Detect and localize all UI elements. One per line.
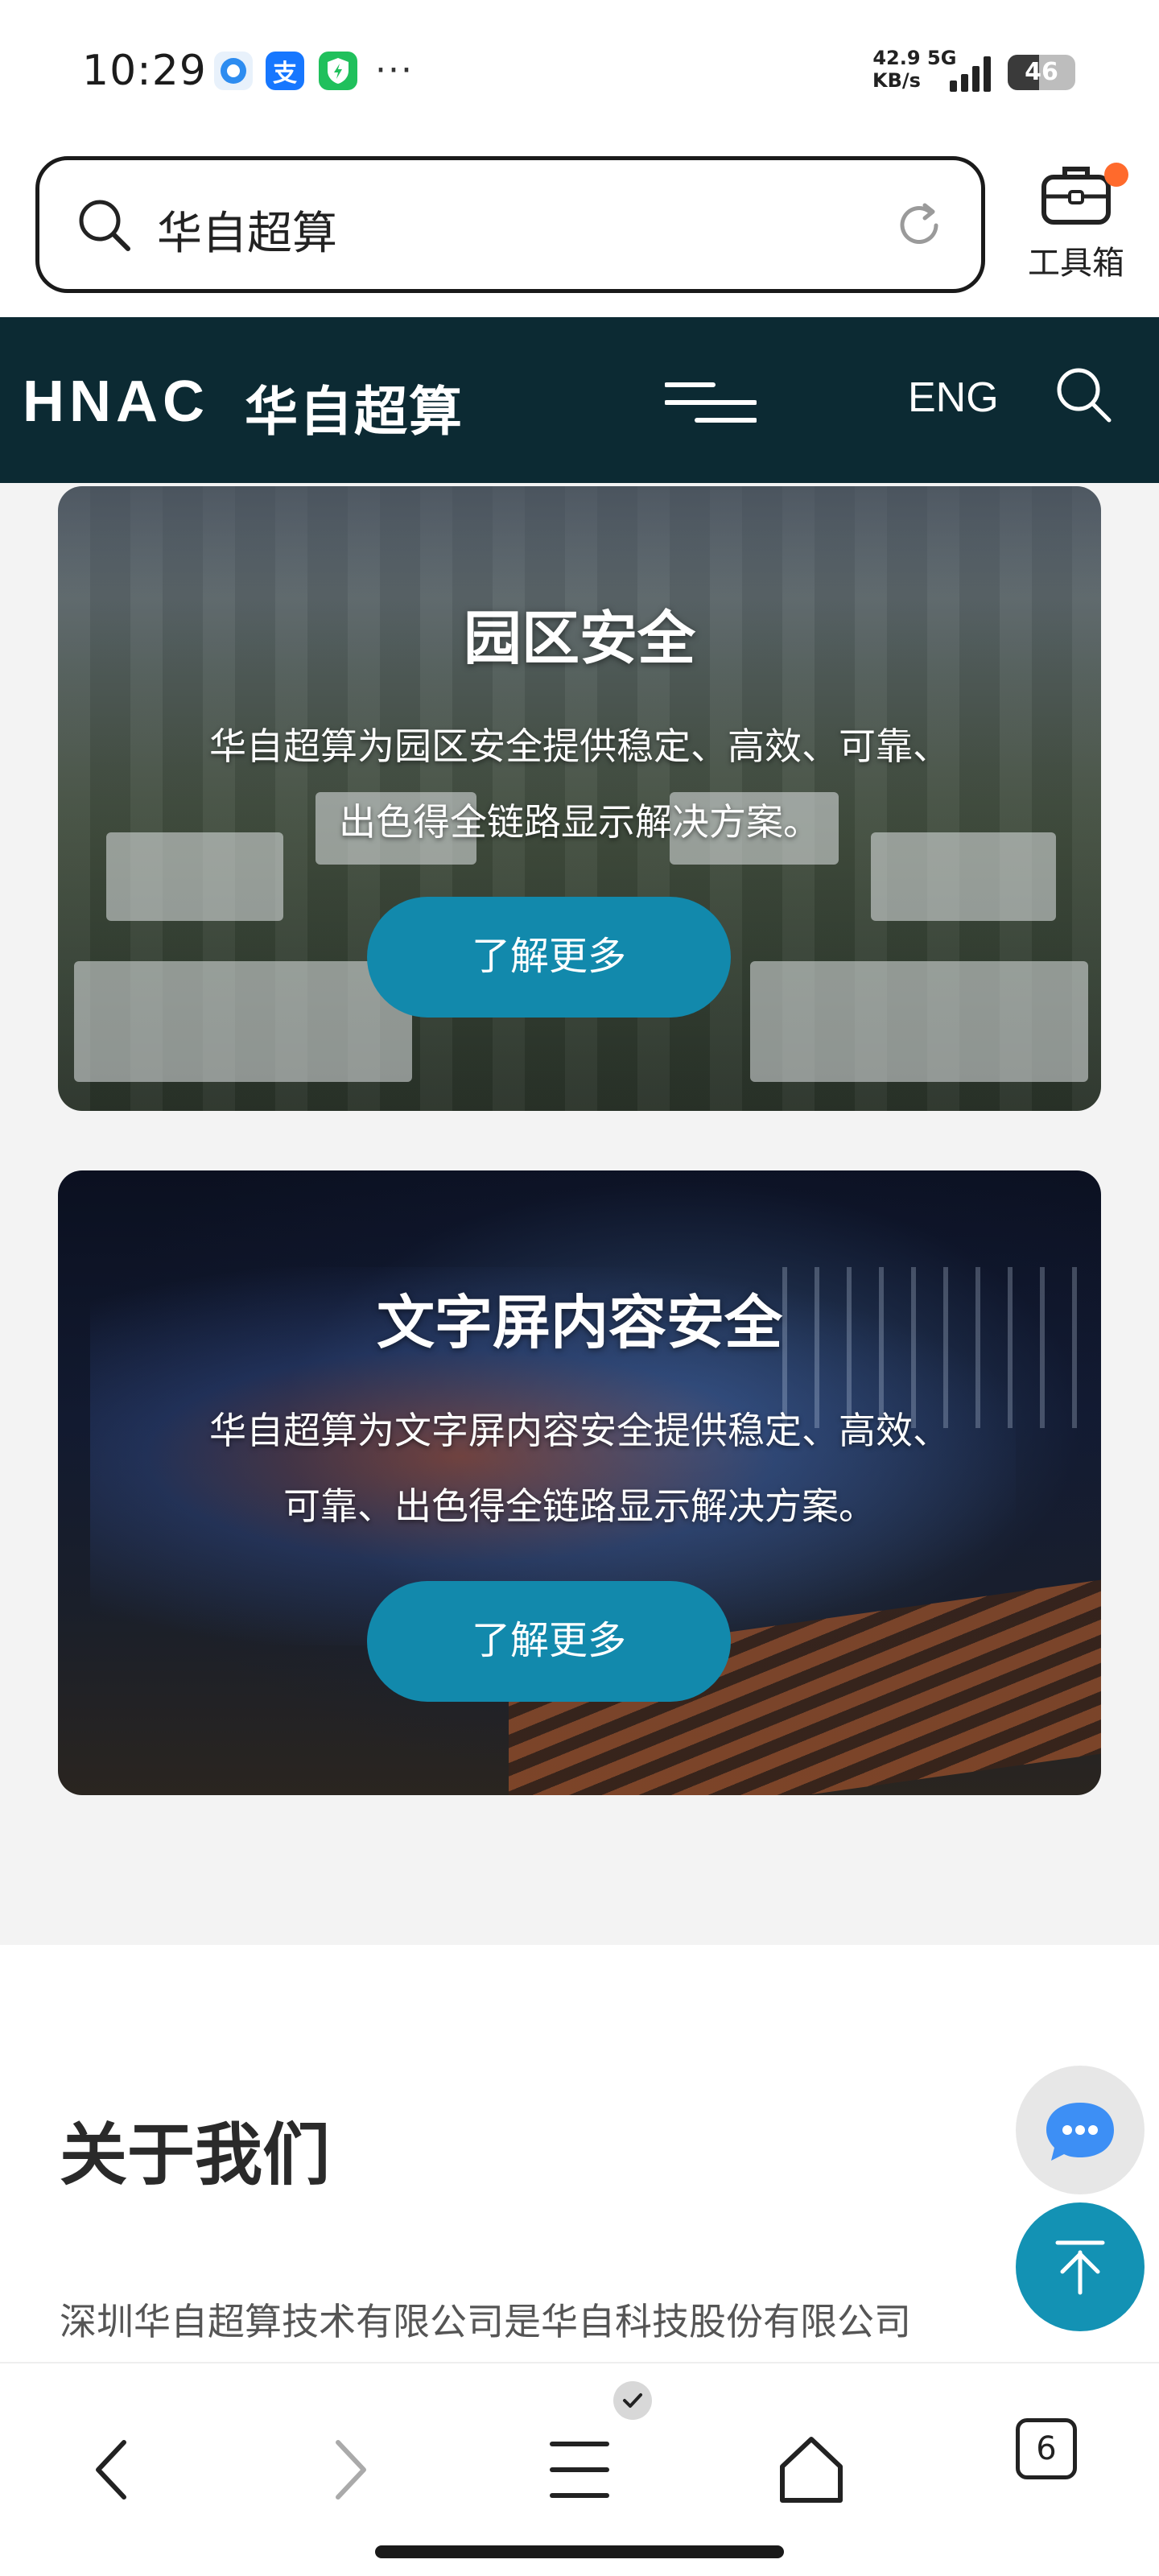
card-description-line: 出色得全链路显示解决方案。: [339, 800, 820, 844]
notification-dot: [1104, 163, 1128, 187]
toolbox-icon: [1041, 167, 1111, 225]
forward-icon[interactable]: [299, 2421, 396, 2518]
card-title: 园区安全: [463, 605, 695, 672]
back-to-top-button[interactable]: [1016, 2202, 1145, 2331]
search-query[interactable]: 华自超算: [157, 197, 337, 262]
site-search-icon[interactable]: [1051, 362, 1116, 427]
home-indicator: [375, 2545, 784, 2558]
site-logo-cn[interactable]: 华自超算: [245, 369, 464, 446]
card-description-line: 可靠、出色得全链路显示解决方案。: [283, 1484, 876, 1528]
card-description-line: 华自超算为文字屏内容安全提供稳定、高效、: [209, 1409, 950, 1452]
solution-card-park-security: 园区安全 华自超算为园区安全提供稳定、高效、可靠、 出色得全链路显示解决方案。 …: [58, 486, 1101, 1111]
solution-card-text-screen-security: 文字屏内容安全 华自超算为文字屏内容安全提供稳定、高效、 可靠、出色得全链路显示…: [58, 1170, 1101, 1795]
card-description: 华自超算为园区安全提供稳定、高效、可靠、 出色得全链路显示解决方案。: [106, 708, 1053, 860]
search-icon: [79, 200, 130, 251]
network-speed-unit: KB/s: [872, 69, 921, 92]
card-image-decor: [750, 961, 1088, 1082]
browser-search-bar[interactable]: 华自超算: [35, 156, 985, 293]
home-icon[interactable]: [763, 2421, 860, 2518]
site-logo[interactable]: HNAC: [23, 369, 209, 435]
more-notifications-icon: ···: [375, 50, 414, 91]
security-app-icon: [319, 52, 357, 90]
card-description: 华自超算为文字屏内容安全提供稳定、高效、 可靠、出色得全链路显示解决方案。: [106, 1393, 1053, 1544]
learn-more-button[interactable]: 了解更多: [367, 897, 731, 1018]
tabs-button[interactable]: 6: [1016, 2418, 1077, 2479]
alipay-app-icon: 支: [266, 52, 304, 90]
chat-icon: [1046, 2103, 1114, 2161]
language-switch[interactable]: ENG: [908, 374, 999, 422]
network-speed: 42.9 KB/s: [872, 47, 921, 92]
toolbox-label: 工具箱: [1028, 245, 1124, 282]
status-bar: 10:29 支 ··· 42.9 KB/s 5G 46: [0, 0, 1159, 145]
learn-more-button[interactable]: 了解更多: [367, 1581, 731, 1702]
battery-level: 46: [1025, 58, 1058, 86]
network-speed-value: 42.9: [872, 47, 921, 69]
check-badge-icon: [613, 2381, 652, 2420]
battery-icon: 46: [1008, 55, 1075, 90]
site-header: HNAC 华自超算 ENG: [0, 317, 1159, 483]
browser-bottom-nav: 6: [0, 2362, 1159, 2576]
back-icon[interactable]: [66, 2421, 163, 2518]
about-title: 关于我们: [60, 2116, 331, 2194]
browser-app-icon: [214, 52, 253, 90]
card-image-decor: [74, 961, 412, 1082]
refresh-icon[interactable]: [893, 199, 946, 252]
arrow-up-icon: [1055, 2240, 1105, 2295]
chat-button[interactable]: [1016, 2066, 1145, 2194]
about-text: 深圳华自超算技术有限公司是华自科技股份有限公司: [60, 2300, 911, 2343]
card-description-line: 华自超算为园区安全提供稳定、高效、可靠、: [209, 724, 950, 768]
signal-icon: [950, 53, 991, 92]
status-time: 10:29: [82, 47, 207, 95]
menu-list-icon[interactable]: [531, 2421, 628, 2518]
menu-icon[interactable]: [665, 380, 757, 425]
toolbox-button[interactable]: 工具箱: [1016, 161, 1136, 290]
card-title: 文字屏内容安全: [376, 1289, 782, 1356]
